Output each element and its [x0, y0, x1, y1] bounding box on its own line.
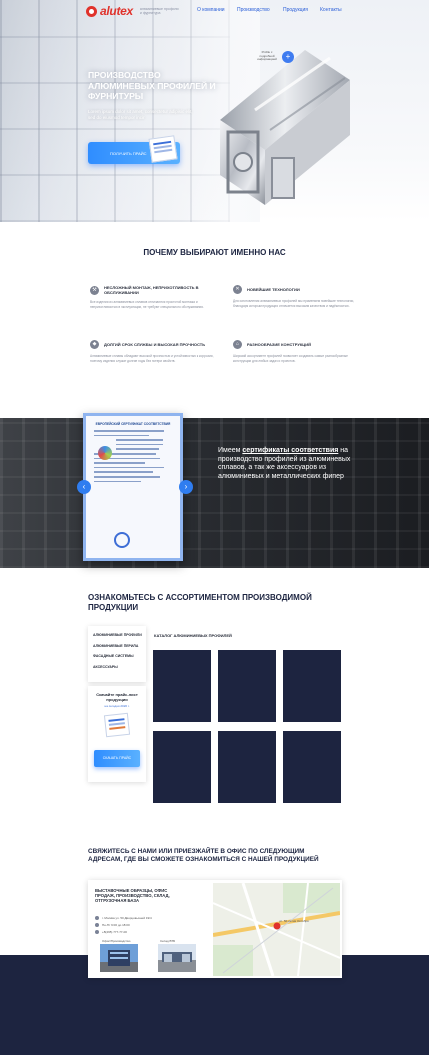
- tech-icon: ✕: [233, 285, 242, 294]
- catalog-menu-item[interactable]: АЛЮМИНИЕВЫЕ ПЕРИЛА: [88, 641, 146, 652]
- feature-title: ДОЛГИЙ СРОК СЛУЖБЫ И ВЫСОКАЯ ПРОЧНОСТЬ: [104, 342, 206, 347]
- logo[interactable]: alutex алюминиевые профили и фурнитура: [86, 4, 180, 18]
- product-tile[interactable]: [283, 731, 341, 803]
- catalog-menu-item[interactable]: АЛЮМИНИЕВЫЕ ПРОФИЛИ: [88, 630, 146, 641]
- clock-icon: [95, 923, 99, 927]
- logo-text: alutex: [100, 4, 133, 18]
- cert-text-highlight: сертификаты соответствия: [242, 447, 339, 454]
- contact-card-title: ВЫСТАВОЧНЫЕ ОБРАЗЦЫ, ОФИС ПРОДАЖ, ПРОИЗВ…: [95, 888, 170, 903]
- certificate-emblem-icon: [98, 446, 112, 460]
- phone-icon: [95, 930, 99, 934]
- price-list-card: Скачайте прайс-лист продукции на сегодня…: [88, 686, 146, 782]
- contact-title: СВЯЖИТЕСЬ С НАМИ ИЛИ ПРИЕЗЖАЙТЕ В ОФИС П…: [88, 848, 319, 863]
- nav-link-production[interactable]: Производство: [237, 7, 270, 13]
- certificate-document[interactable]: ЕВРОПЕЙСКИЙ СЕРТИФИКАТ СООТВЕТСТВИЯ: [83, 413, 183, 561]
- address-text: г. Москва ул. 50 Дворцовыхней 19/4: [102, 916, 152, 920]
- price-list-link[interactable]: на сегодня 2020 г.: [88, 704, 146, 708]
- aluminium-profile-image: [220, 50, 350, 205]
- feature-text: Широкий ассортимент профилей позволяет с…: [233, 354, 348, 363]
- thumb-label: Склад ВТБ: [160, 939, 176, 943]
- hero-section: Profile с подробной информацией +: [0, 0, 429, 222]
- feature-title: РАЗНООБРАЗИЕ КОНСТРУКЦИЙ: [247, 342, 311, 347]
- get-price-label: ПОЛУЧИТЬ ПРАЙС: [110, 150, 147, 156]
- certificates-section: [0, 418, 429, 568]
- wrench-icon: ⚒: [90, 285, 99, 295]
- hero-pin-label: Profile с подробной информацией: [257, 50, 277, 61]
- map-road-label: ул. 50-летия Октября: [279, 919, 309, 923]
- catalog-section-label: КАТАЛОГ АЛЮМИНИЕВЫХ ПРОФИЛЕЙ: [154, 633, 232, 638]
- download-price-button[interactable]: СКАЧАТЬ ПРАЙС: [94, 750, 140, 767]
- feature-title: НОВЕЙШИЕ ТЕХНОЛОГИИ: [247, 287, 300, 292]
- product-tile[interactable]: [283, 650, 341, 722]
- carousel-prev-button[interactable]: ‹: [77, 480, 91, 494]
- get-price-button[interactable]: ПОЛУЧИТЬ ПРАЙС: [88, 135, 180, 164]
- feature-item: ◆ ДОЛГИЙ СРОК СЛУЖБЫ И ВЫСОКАЯ ПРОЧНОСТЬ…: [90, 340, 220, 363]
- nav-link-about[interactable]: О компании: [197, 7, 225, 13]
- price-list-title: Скачайте прайс-лист продукции: [96, 692, 138, 702]
- certificate-doc-title: ЕВРОПЕЙСКИЙ СЕРТИФИКАТ СООТВЕТСТВИЯ: [95, 422, 171, 426]
- hours-text: Пн-Пт 9:00 до 18:00: [102, 923, 130, 927]
- hero-title: ПРОИЗВОДСТВО АЛЮМИНЕВЫХ ПРОФИЛЕЙ И ФУРНИ…: [88, 70, 216, 101]
- logo-tagline: алюминиевые профили и фурнитура: [139, 7, 179, 15]
- plus-icon[interactable]: +: [282, 51, 294, 63]
- catalog-title: ОЗНАКОМЬТЕСЬ С АССОРТИМЕНТОМ ПРОИЗВОДИМО…: [88, 593, 312, 612]
- catalog-menu: АЛЮМИНИЕВЫЕ ПРОФИЛИ АЛЮМИНИЕВЫЕ ПЕРИЛА Ф…: [88, 626, 146, 682]
- why-us-title: ПОЧЕМУ ВЫБИРАЮТ ИМЕННО НАС: [143, 248, 286, 257]
- feature-text: Алюминиевые сплавы обладают высокой проч…: [90, 354, 214, 363]
- feature-item: ✕ НОВЕЙШИЕ ТЕХНОЛОГИИ Для изготовления а…: [233, 285, 363, 308]
- map[interactable]: ул. 50-летия Октября: [213, 883, 340, 976]
- chevron-right-icon: ›: [184, 482, 188, 491]
- chevron-left-icon: ‹: [82, 482, 86, 491]
- address-line: г. Москва ул. 50 Дворцовыхней 19/4: [95, 916, 152, 920]
- catalog-menu-item[interactable]: АКСЕССУАРЫ: [88, 662, 146, 673]
- phone-text[interactable]: +8(495) 777-77-00: [102, 930, 127, 934]
- product-tile[interactable]: [218, 650, 276, 722]
- nav-link-products[interactable]: Продукция: [283, 7, 308, 13]
- feature-text: Все изделия из алюминиевых сплавов отлич…: [90, 300, 204, 309]
- product-tile[interactable]: [218, 731, 276, 803]
- nav-link-contacts[interactable]: Контакты: [320, 7, 342, 13]
- feature-title: НЕСЛОЖНЫЙ МОНТАЖ, НЕПРИХОТЛИВОСТЬ В ОБСЛ…: [104, 285, 199, 295]
- price-document-icon: [103, 712, 131, 738]
- price-document-icon: [148, 135, 178, 163]
- feature-item: ⌂ РАЗНООБРАЗИЕ КОНСТРУКЦИЙ Широкий ассор…: [233, 340, 363, 363]
- certificate-seal-icon: [114, 532, 130, 548]
- contact-card: ВЫСТАВОЧНЫЕ ОБРАЗЦЫ, ОФИС ПРОДАЖ, ПРОИЗВ…: [88, 880, 342, 978]
- feature-text: Для изготовления алюминиевых профилей мы…: [233, 299, 355, 308]
- carousel-next-button[interactable]: ›: [179, 480, 193, 494]
- location-icon: [95, 916, 99, 920]
- shield-icon: ◆: [90, 340, 99, 349]
- product-tile[interactable]: [153, 650, 211, 722]
- house-icon: ⌂: [233, 340, 242, 349]
- logo-mark-icon: [86, 5, 97, 17]
- hours-line: Пн-Пт 9:00 до 18:00: [95, 923, 130, 927]
- hero-subtitle: Lorem ipsum dolor sit amet, consectetur …: [88, 109, 193, 120]
- feature-item: ⚒ НЕСЛОЖНЫЙ МОНТАЖ, НЕПРИХОТЛИВОСТЬ В ОБ…: [90, 285, 220, 309]
- product-tile[interactable]: [153, 731, 211, 803]
- certificates-text: Имеем сертификаты соответствия на произв…: [218, 447, 358, 481]
- catalog-menu-item[interactable]: ФАСАДНЫЕ СИСТЕМЫ: [88, 651, 146, 662]
- phone-line[interactable]: +8(495) 777-77-00: [95, 930, 127, 934]
- thumb-label: Офис/Производство: [102, 939, 131, 943]
- cert-text-prefix: Имеем: [218, 447, 241, 454]
- warehouse-photo[interactable]: [158, 944, 196, 972]
- office-photo[interactable]: [100, 944, 138, 972]
